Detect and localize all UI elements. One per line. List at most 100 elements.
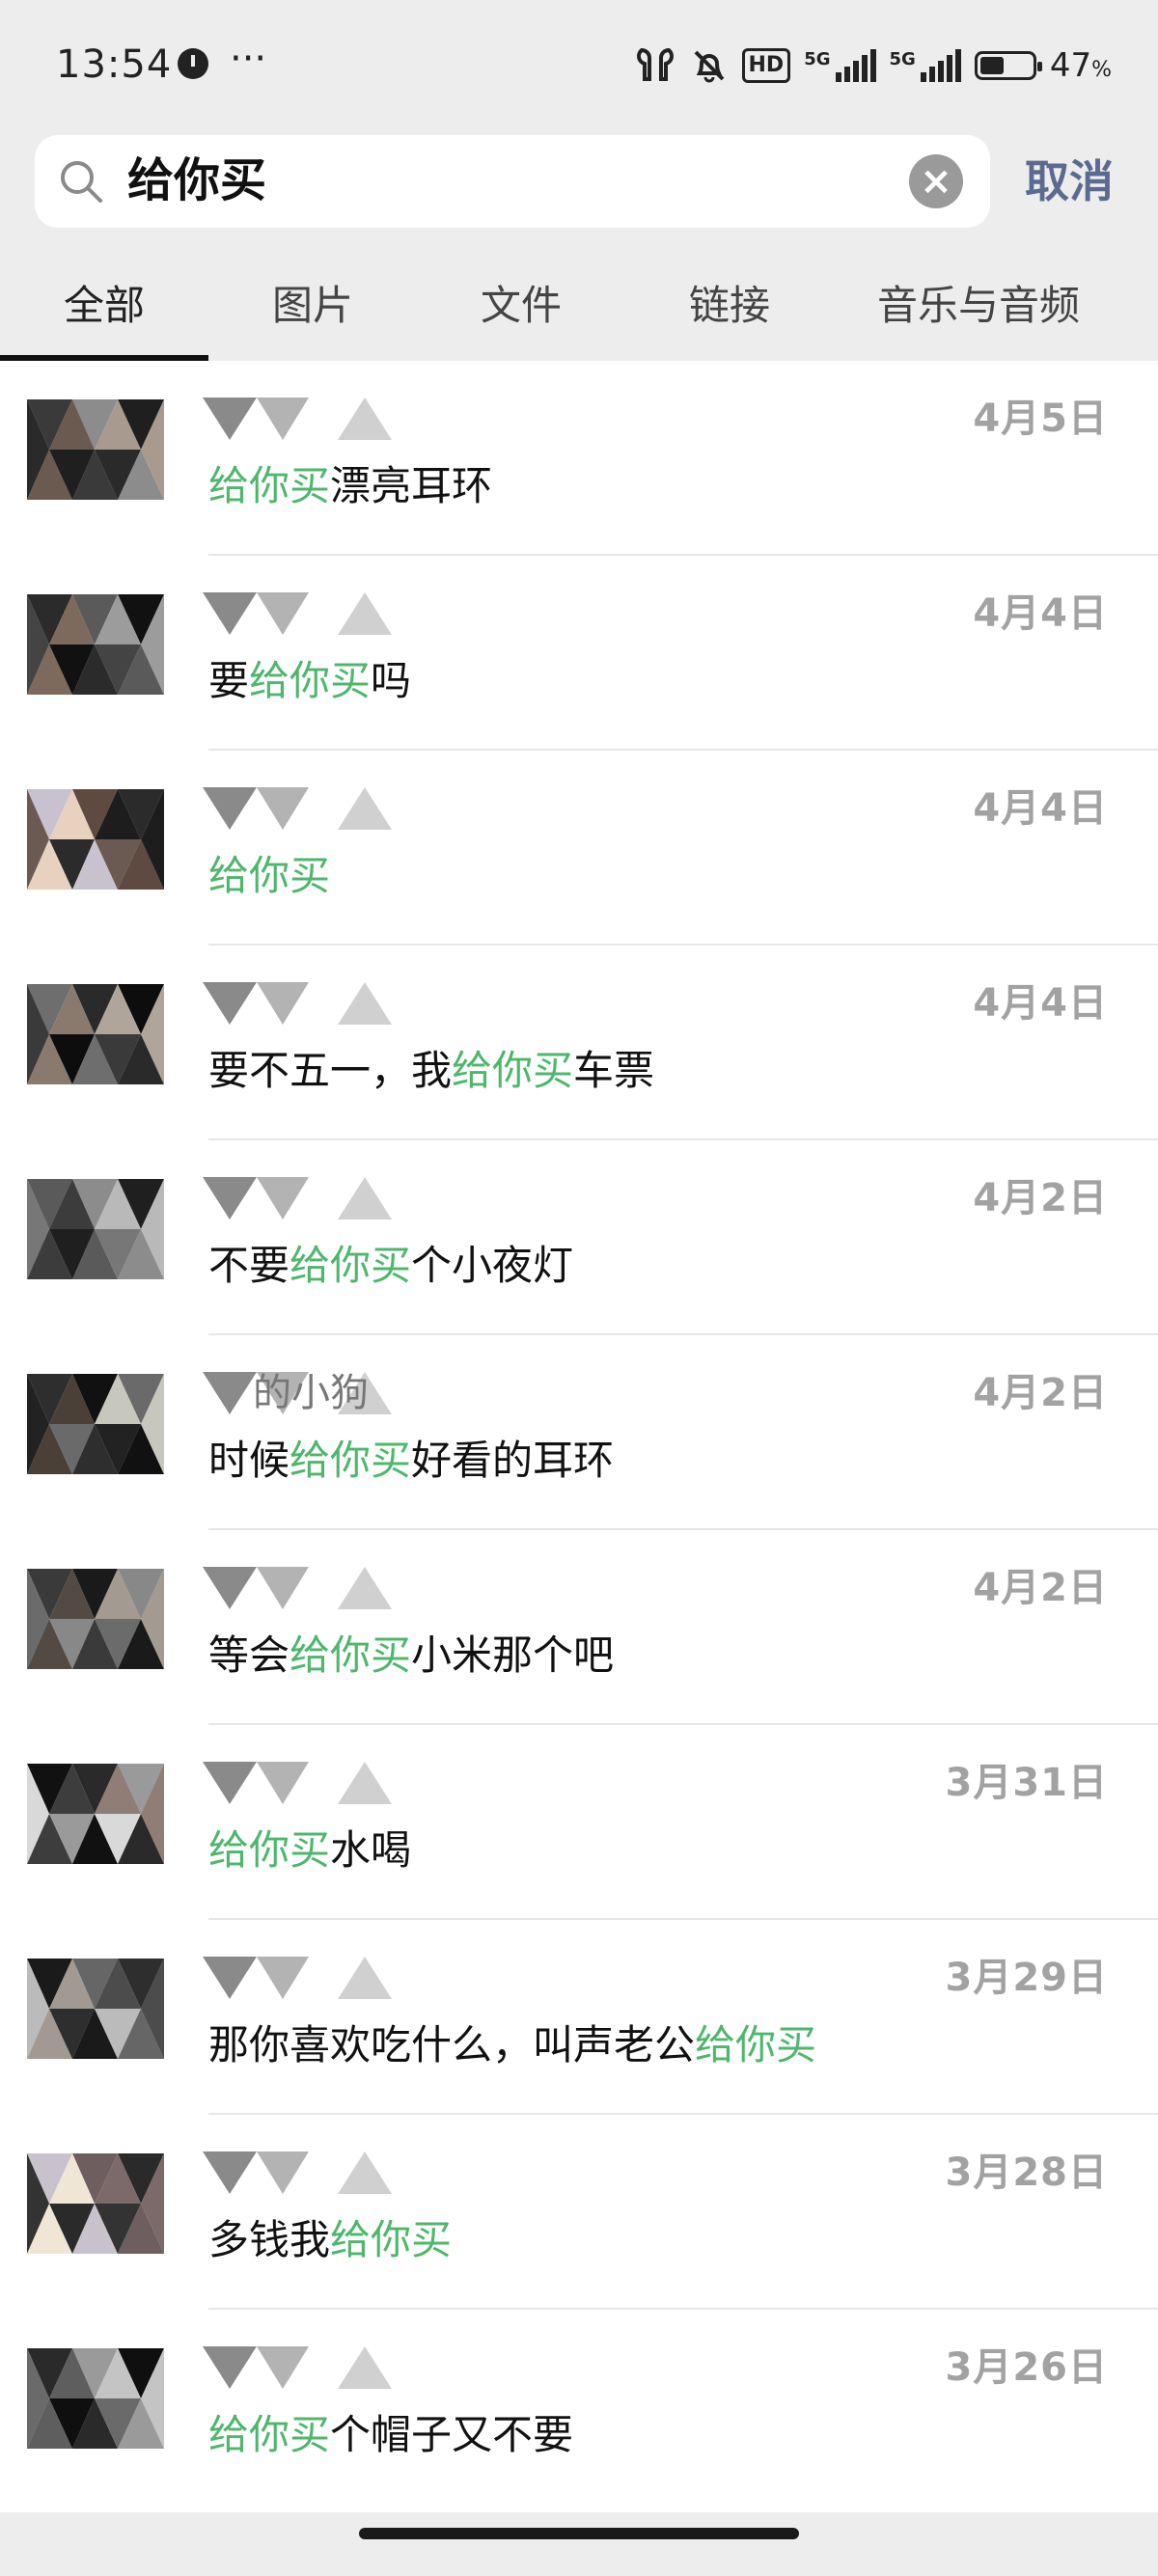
message-snippet: 等会给你买小米那个吧 (208, 1627, 614, 1685)
keyword-highlight: 给你买 (208, 852, 331, 899)
message-snippet: 那你喜欢吃什么，叫声老公给你买 (208, 2016, 816, 2074)
battery-percent: 47% (1049, 46, 1112, 85)
message-date: 4月2日 (973, 1566, 1108, 1610)
message-snippet: 要给你买吗 (208, 652, 411, 710)
message-date: 4月4日 (973, 981, 1108, 1026)
contact-name-mosaic (203, 2341, 492, 2395)
avatar[interactable] (27, 2153, 164, 2254)
message-date: 3月26日 (945, 2345, 1108, 2390)
sim1-label: 5G (804, 49, 831, 69)
filter-tabs: 全部 图片 文件 链接 音乐与音频 (0, 251, 1158, 361)
message-snippet: 给你买漂亮耳环 (208, 457, 492, 515)
contact-name: 的小狗 (253, 1371, 369, 1415)
message-date: 4月2日 (973, 1371, 1108, 1415)
search-results-list: 4月5日 给你买漂亮耳环 4月4日 要给你买吗 4月4日 给你买 4月4日 要不五一，我给你买… (0, 361, 1158, 2512)
avatar[interactable] (27, 594, 164, 695)
tab-music-audio[interactable]: 音乐与音频 (834, 251, 1123, 361)
list-item[interactable]: 3月31日给你买水喝 (0, 1725, 1158, 1920)
message-text: 那你喜欢吃什么，叫声老公 (208, 2021, 696, 2069)
list-item[interactable]: 4月2日 不要给你买个小夜灯 (0, 1140, 1158, 1335)
list-item[interactable]: 4月2日等会给你买小米那个吧 (0, 1530, 1158, 1725)
message-snippet: 时候给你买好看的耳环 (208, 1432, 614, 1490)
keyword-highlight: 给你买 (208, 1826, 331, 1874)
keyword-highlight: 给你买 (208, 2411, 331, 2458)
search-query[interactable]: 给你买 (127, 151, 266, 210)
contact-name-mosaic (203, 781, 492, 836)
message-text: 车票 (573, 1047, 655, 1094)
status-icons: HD 5G 5G 47% (634, 39, 1112, 93)
search-icon (61, 161, 102, 203)
clear-search-icon[interactable]: × (909, 154, 963, 208)
message-date: 3月28日 (945, 2151, 1108, 2195)
avatar[interactable] (27, 2348, 164, 2449)
more-notifications-icon: ··· (230, 37, 267, 81)
bell-off-icon (694, 50, 724, 83)
keyword-highlight: 给你买 (290, 1631, 412, 1679)
message-date: 4月5日 (973, 397, 1108, 441)
keyword-highlight: 给你买 (452, 1047, 574, 1094)
list-item[interactable]: 4月4日要不五一，我给你买车票 (0, 945, 1158, 1140)
message-date: 4月4日 (973, 786, 1108, 831)
contact-name-mosaic (203, 392, 492, 446)
avatar[interactable] (27, 1569, 164, 1669)
list-item[interactable]: 3月29日那你喜欢吃什么，叫声老公给你买 (0, 1920, 1158, 2115)
message-text: 小米那个吧 (411, 1631, 615, 1679)
tab-images[interactable]: 图片 (208, 251, 417, 361)
tab-files[interactable]: 文件 (417, 251, 625, 361)
search-input[interactable]: 给你买 × (35, 135, 990, 228)
avatar[interactable] (27, 399, 164, 500)
signal-icon: 5G (890, 49, 961, 82)
message-text: 要 (208, 657, 250, 704)
contact-name-mosaic (203, 587, 492, 641)
list-item[interactable]: 的小狗 4月2日时候给你买好看的耳环 (0, 1335, 1158, 1530)
list-item[interactable]: 4月4日给你买 (0, 751, 1158, 945)
message-text: 多钱我 (208, 2216, 331, 2263)
earbuds-icon (636, 47, 674, 81)
tab-links[interactable]: 链接 (625, 251, 834, 361)
navigation-bar (0, 2512, 1158, 2576)
message-date: 3月31日 (945, 1761, 1108, 1805)
avatar[interactable] (27, 984, 164, 1084)
signal-icon: 5G (804, 49, 876, 82)
contact-name-mosaic: 的小狗 (203, 1366, 492, 1420)
keyword-highlight: 给你买 (249, 657, 372, 704)
message-snippet: 要不五一，我给你买车票 (208, 1042, 654, 1100)
contact-name-mosaic (203, 1561, 492, 1615)
message-text: 漂亮耳环 (330, 462, 493, 509)
search-bar: 给你买 × 取消 (0, 135, 1158, 251)
clock-icon (178, 48, 208, 79)
avatar[interactable] (27, 1374, 164, 1474)
list-item[interactable]: 4月5日给你买漂亮耳环 (0, 361, 1158, 556)
tab-all[interactable]: 全部 (0, 251, 208, 361)
message-text: 吗 (371, 657, 412, 704)
message-date: 4月4日 (973, 591, 1108, 636)
home-indicator[interactable] (359, 2528, 799, 2539)
hd-icon: HD (741, 48, 791, 83)
message-snippet: 给你买个帽子又不要 (208, 2406, 573, 2464)
keyword-highlight: 给你买 (290, 1437, 412, 1484)
message-text: 个小夜灯 (411, 1242, 574, 1289)
list-item[interactable]: 3月26日给你买个帽子又不要 (0, 2310, 1158, 2505)
keyword-highlight: 给你买 (695, 2021, 817, 2069)
avatar[interactable] (27, 789, 164, 890)
sim2-label: 5G (889, 49, 916, 69)
message-text: 要不五一，我 (208, 1047, 453, 1094)
avatar[interactable] (27, 1764, 164, 1864)
contact-name-mosaic (203, 1756, 492, 1810)
list-item[interactable]: 4月4日要给你买吗 (0, 556, 1158, 751)
keyword-highlight: 给你买 (208, 462, 331, 509)
message-text: 不要 (208, 1242, 290, 1289)
message-text: 水喝 (330, 1826, 412, 1874)
keyword-highlight: 给你买 (290, 1242, 412, 1289)
message-text: 时候 (208, 1437, 290, 1484)
list-item[interactable]: 3月28日 多钱我给你买 (0, 2115, 1158, 2310)
avatar[interactable] (27, 1959, 164, 2059)
message-snippet: 不要给你买个小夜灯 (208, 1237, 573, 1295)
cancel-button[interactable]: 取消 (1025, 152, 1114, 210)
status-bar: 13:54 ··· HD 5G 5G 47% (0, 0, 1158, 135)
message-text: 等会 (208, 1631, 290, 1679)
avatar[interactable] (27, 1179, 164, 1279)
message-snippet: 给你买水喝 (208, 1822, 411, 1879)
message-date: 3月29日 (945, 1956, 1108, 2000)
message-snippet: 给你买 (208, 847, 330, 905)
